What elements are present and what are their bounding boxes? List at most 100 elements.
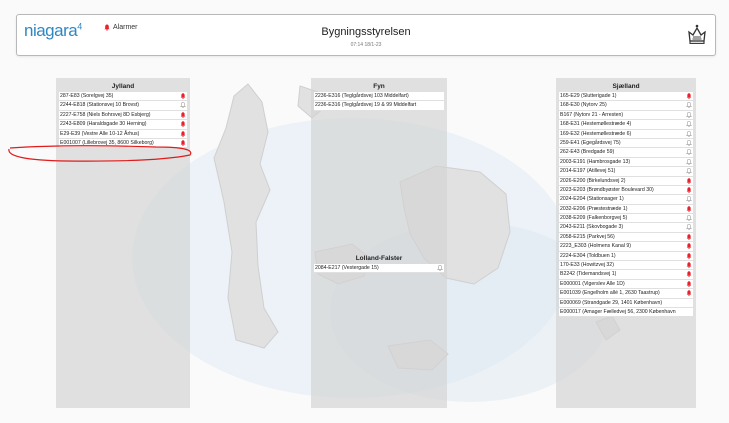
building-label: 2084-E217 (Vestergade 15) (315, 265, 379, 271)
building-row[interactable]: B167 (Nytorv 21 - Arresten) (559, 110, 693, 121)
bell-outline-icon[interactable] (686, 111, 692, 118)
bell-outline-icon[interactable] (686, 196, 692, 203)
building-row[interactable]: 2243-E809 (Haraldsgade 30 Herning) (59, 120, 187, 130)
building-label: E29-E39 (Vestre Alle 10-12 Århus) (60, 130, 140, 137)
building-label: 2243-E809 (Haraldsgade 30 Herning) (60, 121, 147, 128)
bell-alarm-icon[interactable] (686, 262, 692, 268)
building-label: 2227-E758 (Niels Bohrsvej 8D Esbjerg) (60, 111, 151, 118)
building-label: 262-E43 (Bredgade 59) (560, 149, 615, 156)
bell-outline-icon[interactable] (686, 224, 692, 231)
building-label: 2236-E316 (Teglgårdsvej 103 Middelfart) (315, 93, 409, 99)
building-row[interactable]: 168-E31 (Hestemøllestræde 4) (559, 120, 693, 130)
bell-outline-icon[interactable] (686, 121, 692, 128)
building-label: 2032-E206 (Præstestræde 1) (560, 205, 628, 212)
bell-alarm-icon[interactable] (180, 93, 186, 99)
building-row[interactable]: 2023-E203 (Brøndbyøster Boulevard 30) (559, 185, 693, 196)
bell-outline-icon[interactable] (686, 102, 692, 109)
building-label: 259-E41 (Egegårdsvej 75) (560, 139, 621, 146)
building-row[interactable]: 2224-E304 (Toldbuen 1) (559, 251, 693, 262)
bell-alarm-icon[interactable] (686, 93, 692, 99)
bell-outline-icon[interactable] (686, 215, 692, 221)
building-row[interactable]: 2043-E211 (Skovbogade 3) (559, 223, 693, 233)
building-label: 2003-E191 (Hambrosgade 13) (560, 158, 631, 165)
building-row[interactable]: 168-E30 (Nytorv 25) (559, 101, 693, 111)
bell-outline-icon[interactable] (686, 168, 692, 175)
building-label: 287-E83 (Sorelgvej 35) (60, 93, 114, 99)
bell-outline-icon[interactable] (686, 130, 692, 137)
bell-outline-icon[interactable] (686, 158, 692, 165)
building-label: 2014-E197 (Atillevej 51) (560, 168, 616, 175)
bell-alarm-icon[interactable] (180, 121, 186, 128)
bell-alarm-icon[interactable] (180, 130, 186, 137)
panel-title-jylland: Jylland (111, 83, 135, 90)
bell-alarm-icon[interactable] (686, 252, 692, 259)
building-label: 2024-E204 (Stationsager 1) (560, 196, 624, 203)
bell-outline-icon[interactable] (437, 265, 443, 271)
building-row[interactable]: 2227-E758 (Niels Bohrsvej 8D Esbjerg) (59, 110, 187, 121)
building-label: 2038-E209 (Falkenborgvej 5) (560, 215, 628, 222)
building-row[interactable]: 169-E32 (Hestemøllestræde 6) (559, 129, 693, 139)
building-label: E001039 (Engelholm allé 1, 2630 Taastrup… (560, 290, 660, 297)
bell-alarm-icon[interactable] (180, 112, 186, 118)
building-row[interactable]: 170-E33 (Howitzvej 32) (559, 261, 693, 271)
page-title: Bygningsstyrelsen (321, 26, 411, 38)
building-label: 2023-E203 (Brøndbyøster Boulevard 30) (560, 186, 654, 193)
building-label: 2244-E818 (Stationsvej 10 Brovst) (60, 102, 140, 109)
building-row[interactable]: 2026-E200 (Birkelundsvej 2) (559, 176, 693, 186)
building-label: 2026-E200 (Birkelundsvej 2) (560, 177, 626, 184)
building-label: 170-E33 (Howitzvej 32) (560, 262, 614, 269)
bell-alarm-icon[interactable] (686, 281, 692, 287)
building-row[interactable]: E29-E39 (Vestre Alle 10-12 Århus) (59, 129, 187, 139)
building-label: 169-E32 (Hestemøllestræde 6) (560, 130, 632, 137)
bell-alarm-icon[interactable] (686, 290, 692, 297)
building-row[interactable]: E000017 (Amager Fælledvej 56, 2300 Køben… (559, 307, 693, 318)
building-row[interactable]: 287-E83 (Sorelgvej 35) (59, 92, 187, 102)
building-row[interactable]: E000001 (Vigerslev Alle 1D) (559, 279, 693, 290)
building-row[interactable]: 2244-E818 (Stationsvej 10 Brovst) (59, 101, 187, 111)
building-label: B2242 (Tidemandsvej 1) (560, 271, 617, 278)
building-row[interactable]: 2236-E316 (Teglgårdsvej 103 Middelfart) (314, 92, 444, 102)
bell-alarm-icon[interactable] (686, 177, 692, 184)
panel-title-fyn: Fyn (373, 83, 385, 90)
building-row[interactable]: E001039 (Engelholm allé 1, 2630 Taastrup… (559, 289, 693, 299)
building-label: 2224-E304 (Toldbuen 1) (560, 252, 616, 259)
building-label: 168-E31 (Hestemøllestræde 4) (560, 121, 632, 128)
building-label: E000001 (Vigerslev Alle 1D) (560, 280, 625, 287)
building-label: E000017 (Amager Fælledvej 56, 2300 Køben… (560, 308, 676, 315)
building-row[interactable]: 259-E41 (Egegårdsvej 75) (559, 138, 693, 149)
building-row[interactable]: B2242 (Tidemandsvej 1) (559, 270, 693, 280)
building-label: 165-E29 (Slutterigade 1) (560, 93, 617, 99)
building-label: 168-E30 (Nytorv 25) (560, 102, 607, 109)
building-label: B167 (Nytorv 21 - Arresten) (560, 111, 624, 118)
bell-alarm-icon[interactable] (686, 271, 692, 278)
building-row[interactable]: 2223_E303 (Holmens Kanal 9) (559, 242, 693, 252)
bell-alarm-icon[interactable] (686, 243, 692, 250)
building-label: 2043-E211 (Skovbogade 3) (560, 224, 624, 231)
bell-alarm-icon[interactable] (686, 187, 692, 193)
panel-fyn: Fyn 2236-E316 (Teglgårdsvej 103 Middelfa… (311, 78, 447, 408)
building-label: 2058-E215 (Parkvej 56) (560, 233, 615, 240)
building-row[interactable]: 2038-E209 (Falkenborgvej 5) (559, 214, 693, 224)
timestamp: 07:14 18/1-23 (350, 42, 382, 48)
building-row[interactable]: 262-E43 (Bredgade 59) (559, 148, 693, 158)
building-label: 2223_E303 (Holmens Kanal 9) (560, 243, 631, 250)
building-row[interactable]: 2032-E206 (Præstestræde 1) (559, 204, 693, 215)
header-bar: niagara4 Alarmer Bygningsstyrelsen 07:14… (16, 14, 716, 56)
bell-alarm-icon[interactable] (686, 205, 692, 212)
building-label: 2236-E316 (Teglgårdsvej 19 & 99 Middelfa… (315, 102, 417, 109)
bell-alarm-icon[interactable] (686, 234, 692, 240)
crown-icon[interactable] (687, 23, 707, 45)
building-row[interactable]: 2058-E215 (Parkvej 56) (559, 232, 693, 243)
bell-outline-icon[interactable] (686, 139, 692, 146)
bell-outline-icon[interactable] (686, 149, 692, 156)
building-row[interactable]: 2084-E217 (Vestergade 15) (314, 264, 444, 274)
building-row[interactable]: 165-E29 (Slutterigade 1) (559, 92, 693, 102)
panel-jylland: Jylland 287-E83 (Sorelgvej 35) 2244-E818 … (56, 78, 190, 408)
building-row[interactable]: E000069 (Strandgade 29, 1401 København) (559, 298, 693, 308)
hand-drawn-circle-annotation (8, 145, 192, 162)
building-row[interactable]: 2014-E197 (Atillevej 51) (559, 167, 693, 177)
building-row[interactable]: 2003-E191 (Hambrosgade 13) (559, 157, 693, 168)
bell-outline-icon[interactable] (180, 102, 186, 109)
building-row[interactable]: 2024-E204 (Stationsager 1) (559, 195, 693, 205)
building-row[interactable]: 2236-E316 (Teglgårdsvej 19 & 99 Middelfa… (314, 101, 444, 111)
